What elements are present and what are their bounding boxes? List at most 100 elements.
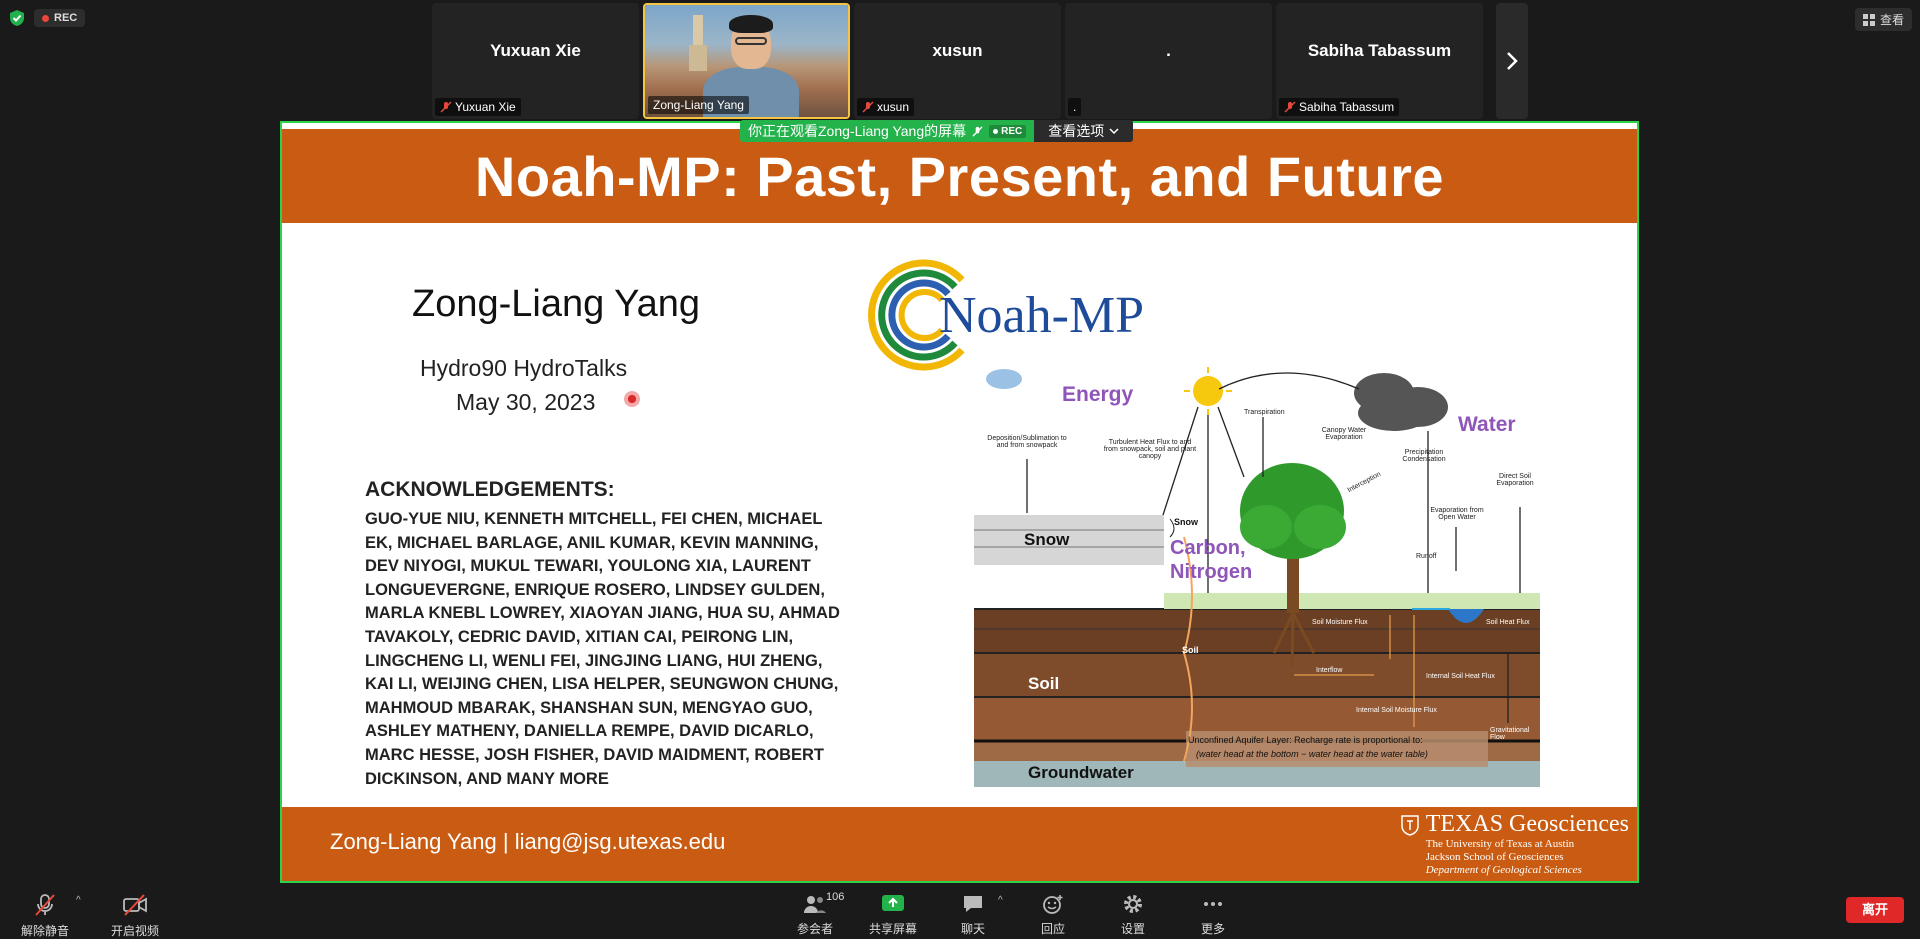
- participant-name: xusun: [932, 41, 983, 60]
- pointer-dot-icon: [624, 391, 640, 407]
- leave-button[interactable]: 离开: [1846, 897, 1904, 923]
- gear-icon: [1124, 895, 1142, 913]
- ack-line: MARC HESSE, JOSH FISHER, DAVID MAIDMENT,…: [365, 745, 824, 764]
- diagram-groundwater: Groundwater: [1028, 763, 1134, 782]
- view-label: 查看: [1879, 13, 1904, 27]
- participant-name: .: [1166, 41, 1171, 60]
- ack-line: GUO-YUE NIU, KENNETH MITCHELL, FEI CHEN,…: [365, 510, 823, 528]
- participant-count: 106: [826, 891, 845, 903]
- ack-line: LONGUEVERGNE, ENRIQUE ROSERO, LINDSEY GU…: [365, 580, 825, 599]
- share-rec-badge: REC: [989, 124, 1027, 138]
- ack-line: MAHMOUD MBARAK, SHANSHAN SUN, MENGYAO GU…: [365, 698, 813, 717]
- settings-label: 设置: [1120, 922, 1145, 936]
- record-dot-icon: [42, 14, 49, 22]
- view-options-button[interactable]: 查看选项: [1034, 120, 1134, 142]
- chat-menu-caret[interactable]: ^: [998, 895, 1003, 906]
- smile-icon: [1043, 895, 1063, 914]
- participant-tile-video[interactable]: Zong-Liang Yang: [643, 3, 850, 119]
- diagram-soil-heat: Soil Heat Flux: [1486, 619, 1530, 626]
- event-date: May 30, 2023: [456, 389, 596, 415]
- ack-line: MARLA KNEBL LOWREY, XIAOYAN JIANG, HUA S…: [365, 604, 840, 623]
- diagram-deposition: Deposition/Sublimation to and from snowp…: [987, 435, 1067, 449]
- participants-icon: [804, 896, 826, 913]
- ack-line: LINGCHENG LI, WENLI FEI, JINGJING LIANG,…: [365, 651, 823, 670]
- diagram-water: Water: [1458, 413, 1516, 436]
- shield-icon[interactable]: [8, 8, 26, 28]
- reactions-label: 回应: [1040, 922, 1065, 936]
- ack-body: GUO-YUE NIU, KENNETH MITCHELL, FEI CHEN,…: [365, 508, 865, 791]
- mic-muted-icon: [35, 894, 55, 916]
- watching-indicator: 你正在观看Zong-Liang Yang的屏幕 REC: [740, 120, 1035, 142]
- chat-label: 聊天: [960, 922, 985, 936]
- slide-title: Noah-MP: Past, Present, and Future: [474, 144, 1445, 208]
- ack-line: ASHLEY MATHENY, DANIELLA REMPE, DAVID DI…: [365, 722, 814, 741]
- participant-tile[interactable]: xusun xusun: [854, 3, 1061, 119]
- watching-text: 你正在观看Zong-Liang Yang的屏幕: [748, 123, 967, 139]
- participant-label-text: Sabiha Tabassum: [1299, 100, 1395, 114]
- top-status: REC: [8, 8, 86, 28]
- chat-icon: [964, 896, 982, 912]
- participant-label-text: Zong-Liang Yang: [653, 98, 744, 112]
- ack-line: EK, MICHAEL BARLAGE, ANIL KUMAR, KEVIN M…: [365, 533, 819, 552]
- diagram-carbon: Carbon,: [1170, 537, 1246, 559]
- diagram-energy: Energy: [1062, 383, 1134, 406]
- diagram-turbulent: Turbulent Heat Flux to and from snowpack…: [1103, 439, 1197, 460]
- participant-label: Zong-Liang Yang: [648, 96, 749, 114]
- start-video-button[interactable]: 开启视频: [110, 893, 160, 939]
- diagram-graphics: [974, 367, 1540, 787]
- ack-line: KAI LI, WEIJING CHEN, LISA HELPER, SEUNG…: [365, 675, 839, 694]
- view-button[interactable]: 查看: [1854, 8, 1912, 31]
- meeting-toolbar: 解除静音 ^ 开启视频 106 参会者 共享屏幕 聊天 ^ 回应 设置 更多 离…: [0, 885, 1920, 939]
- participant-label-text: .: [1073, 100, 1077, 114]
- participant-tile[interactable]: Yuxuan Xie Yuxuan Xie: [432, 3, 639, 119]
- person-glasses: [735, 37, 767, 45]
- diagram-transpiration: Transpiration: [1244, 409, 1285, 416]
- chevron-down-icon: [1109, 128, 1119, 134]
- share-screen-button[interactable]: 共享屏幕: [868, 893, 918, 937]
- reactions-button[interactable]: 回应: [1028, 893, 1078, 937]
- participant-name: Yuxuan Xie: [490, 41, 581, 60]
- noah-mp-logo: Noah-MP: [857, 255, 1144, 375]
- noah-logo-text: Noah-MP: [939, 286, 1145, 344]
- footer-contact: Zong-Liang Yang | liang@jsg.utexas.edu: [330, 829, 726, 854]
- slide-title-bar: Noah-MP: Past, Present, and Future: [282, 129, 1637, 223]
- footer-logo-text: TEXAS Geosciences: [1425, 811, 1629, 837]
- land-surface-diagram: Energy Water Carbon, Nitrogen Snow Snow …: [974, 367, 1540, 787]
- unmute-button[interactable]: 解除静音: [20, 893, 70, 939]
- mic-muted-icon: [972, 125, 983, 137]
- chat-button[interactable]: 聊天: [948, 893, 998, 937]
- rec-label: REC: [54, 12, 78, 24]
- diagram-direct-soil: Direct Soil Evaporation: [1496, 473, 1534, 487]
- diagram-snow-small: Snow: [1174, 517, 1198, 527]
- chevron-right-icon: [1507, 52, 1518, 70]
- share-screen-label: 共享屏幕: [868, 922, 917, 936]
- slide-footer: Zong-Liang Yang | liang@jsg.utexas.edu T…: [282, 807, 1637, 881]
- mic-muted-icon: [440, 101, 452, 113]
- unmute-label: 解除静音: [20, 924, 69, 938]
- more-button[interactable]: 更多: [1188, 893, 1238, 937]
- audio-menu-caret[interactable]: ^: [76, 895, 81, 906]
- footer-sub-1: The University of Texas at Austin: [1425, 838, 1575, 850]
- diagram-snow: Snow: [1024, 530, 1070, 549]
- next-page-button[interactable]: [1496, 3, 1528, 119]
- screen-share-banner: 你正在观看Zong-Liang Yang的屏幕 REC 查看选项: [740, 120, 1134, 142]
- participants-button[interactable]: 106 参会者: [790, 891, 844, 937]
- diagram-soil-small: Soil: [1182, 645, 1199, 655]
- tower-shape: [689, 15, 707, 71]
- diagram-soil-moisture: Soil Moisture Flux: [1312, 619, 1368, 626]
- diagram-nitrogen: Nitrogen: [1170, 561, 1253, 583]
- ut-geosciences-logo: TEXAS Geosciences The University of Texa…: [1400, 811, 1629, 877]
- participant-label: Sabiha Tabassum: [1279, 98, 1400, 116]
- participant-tile[interactable]: Sabiha Tabassum Sabiha Tabassum: [1276, 3, 1483, 119]
- footer-sub-3: Department of Geological Sciences: [1425, 864, 1582, 876]
- participant-name: Sabiha Tabassum: [1307, 41, 1452, 60]
- shared-screen[interactable]: Noah-MP: Past, Present, and Future Zong-…: [280, 121, 1639, 883]
- recording-indicator[interactable]: REC: [34, 9, 86, 27]
- participant-strip: Yuxuan Xie Yuxuan Xie Zong-Liang Yang xu…: [432, 3, 1483, 119]
- event-name: Hydro90 HydroTalks: [420, 355, 628, 381]
- participants-label: 参会者: [796, 922, 833, 936]
- settings-button[interactable]: 设置: [1108, 893, 1158, 937]
- participant-tile[interactable]: . .: [1065, 3, 1272, 119]
- diagram-internal-moisture: Internal Soil Moisture Flux: [1356, 707, 1437, 714]
- diagram-canopy-evap: Canopy Water Evaporation: [1321, 427, 1367, 441]
